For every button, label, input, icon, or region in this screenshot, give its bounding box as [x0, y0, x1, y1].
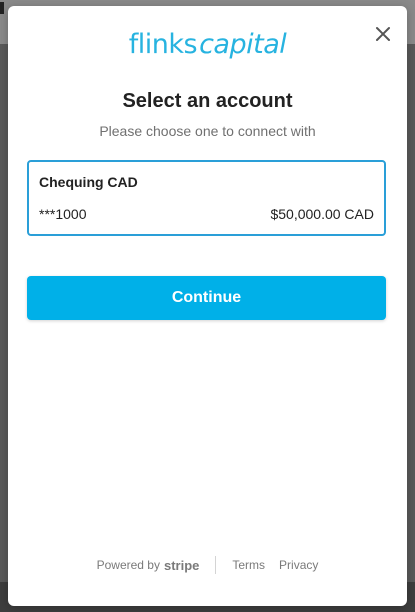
account-option-chequing[interactable]: Chequing CAD ***1000 $50,000.00 CAD [27, 160, 386, 236]
background-page-fragment [0, 2, 4, 14]
account-balance: $50,000.00 CAD [270, 206, 374, 222]
account-name: Chequing CAD [39, 174, 138, 190]
footer-divider [215, 556, 217, 574]
logo-word-flinks: flinks [128, 29, 198, 60]
modal-footer: Powered by stripe Terms Privacy [8, 554, 407, 576]
terms-link[interactable]: Terms [232, 558, 265, 572]
page-subtitle: Please choose one to connect with [99, 123, 316, 139]
page-title: Select an account [122, 90, 293, 112]
logo-word-capital: capital [199, 29, 287, 60]
stripe-logo: stripe [163, 557, 200, 573]
flinks-capital-logo: flinkscapital [8, 28, 407, 62]
account-select-modal: flinkscapital Select an account Please c… [8, 6, 407, 606]
powered-by-stripe: Powered by stripe [97, 558, 200, 573]
privacy-link[interactable]: Privacy [279, 558, 318, 572]
powered-by-label: Powered by [96, 558, 160, 572]
continue-button[interactable]: Continue [27, 276, 386, 320]
account-number: ***1000 [39, 206, 87, 222]
